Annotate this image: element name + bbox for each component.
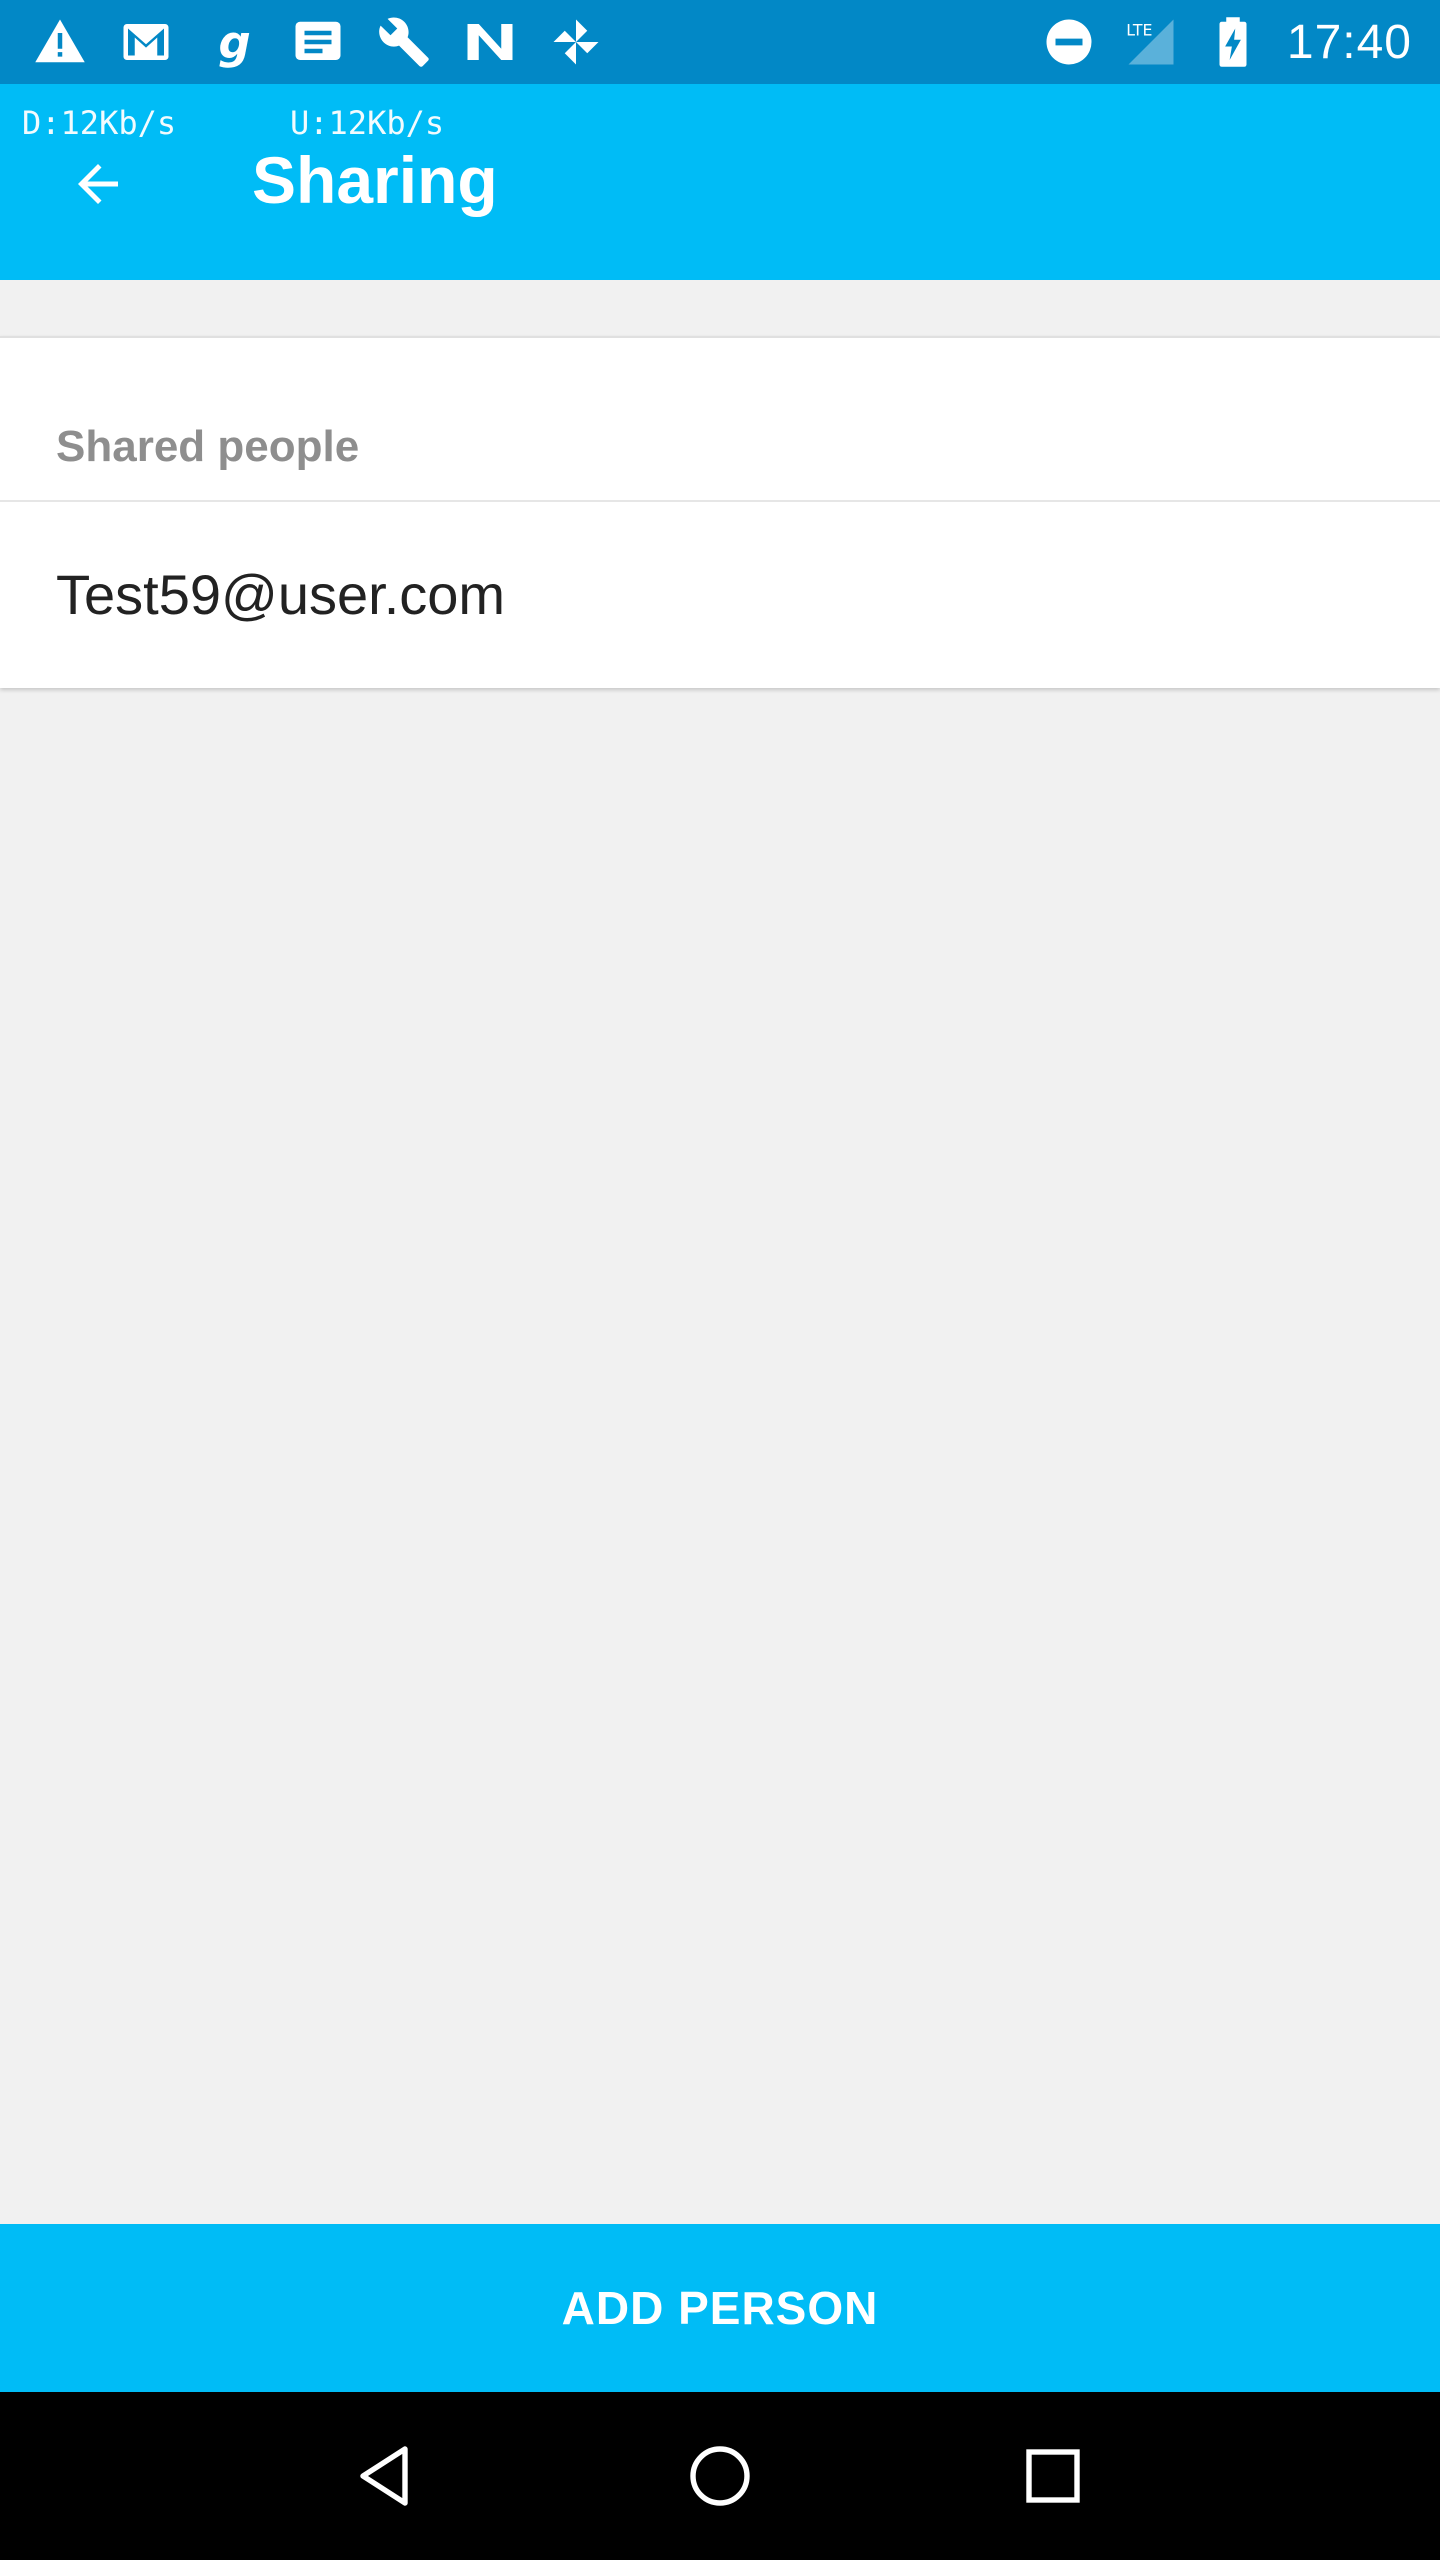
svg-text:g: g: [219, 16, 251, 69]
status-bar: g LTE 17:40: [0, 0, 1440, 84]
network-type-label: LTE: [1126, 20, 1152, 39]
card-header: Shared people: [0, 338, 1440, 502]
do-not-disturb-icon: [1041, 14, 1097, 70]
system-icons: LTE 17:40: [1041, 14, 1440, 70]
upload-speed: U:12Kb/s: [290, 104, 445, 142]
battery-charging-icon: [1205, 14, 1261, 70]
status-clock: 17:40: [1286, 15, 1412, 69]
nav-recents-button[interactable]: [1003, 2426, 1103, 2526]
shared-people-label: Shared people: [56, 422, 360, 471]
person-email: Test59@user.com: [56, 563, 506, 626]
triangle-back-icon: [359, 2446, 408, 2506]
navigation-bar: [0, 2392, 1440, 2560]
n-app-icon: [462, 14, 518, 70]
signal-icon: LTE: [1123, 14, 1179, 70]
warning-icon: [32, 14, 88, 70]
square-recents-icon: [1026, 2449, 1081, 2503]
list-item[interactable]: Test59@user.com: [0, 502, 1440, 688]
wrench-icon: [376, 14, 432, 70]
page-title: Sharing: [252, 143, 498, 217]
back-button[interactable]: [48, 134, 148, 234]
add-person-button[interactable]: ADD PERSON: [0, 2224, 1440, 2392]
nav-home-button[interactable]: [670, 2426, 770, 2526]
gmail-icon: [118, 14, 174, 70]
arrow-back-icon: [78, 164, 118, 204]
app-bar: D:12Kb/s U:12Kb/s Sharing: [0, 84, 1440, 280]
shared-people-card: Shared people Test59@user.com: [0, 336, 1440, 688]
g-app-icon: g: [204, 14, 260, 70]
message-icon: [290, 14, 346, 70]
notification-icons: g: [0, 14, 604, 70]
nav-back-button[interactable]: [337, 2426, 437, 2526]
circle-home-icon: [690, 2446, 750, 2506]
pinwheel-icon: [548, 14, 604, 70]
